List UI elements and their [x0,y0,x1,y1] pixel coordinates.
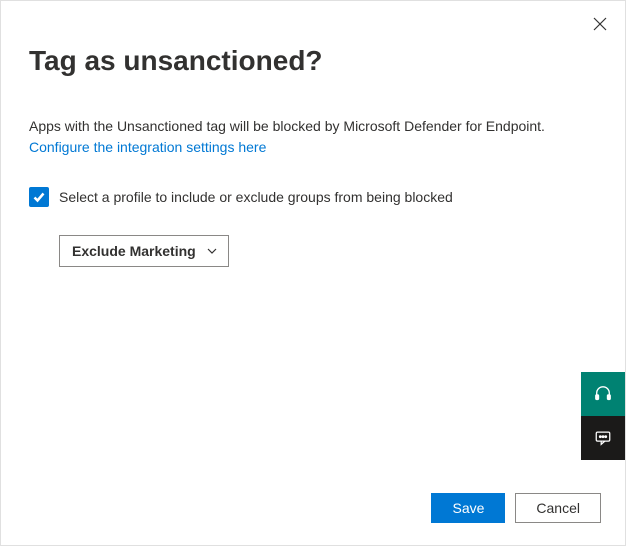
unsanctioned-dialog: Tag as unsanctioned? Apps with the Unsan… [1,1,625,545]
save-button[interactable]: Save [431,493,505,523]
headset-icon [594,385,612,403]
side-actions [581,372,625,460]
feedback-icon [594,429,612,447]
close-icon [593,17,607,31]
dialog-footer: Save Cancel [431,493,601,523]
checkmark-icon [32,190,46,204]
profile-dropdown-wrapper: Exclude Marketing [59,235,597,267]
dialog-description: Apps with the Unsanctioned tag will be b… [29,117,597,137]
dialog-title: Tag as unsanctioned? [29,45,597,77]
profile-checkbox-row: Select a profile to include or exclude g… [29,187,597,207]
configure-integration-link[interactable]: Configure the integration settings here [29,139,266,155]
feedback-button[interactable] [581,416,625,460]
profile-checkbox-label: Select a profile to include or exclude g… [59,189,453,205]
profile-checkbox[interactable] [29,187,49,207]
profile-dropdown[interactable]: Exclude Marketing [59,235,229,267]
close-button[interactable] [589,13,611,38]
profile-dropdown-value: Exclude Marketing [72,243,196,259]
chevron-down-icon [206,245,218,257]
cancel-button[interactable]: Cancel [515,493,601,523]
support-button[interactable] [581,372,625,416]
